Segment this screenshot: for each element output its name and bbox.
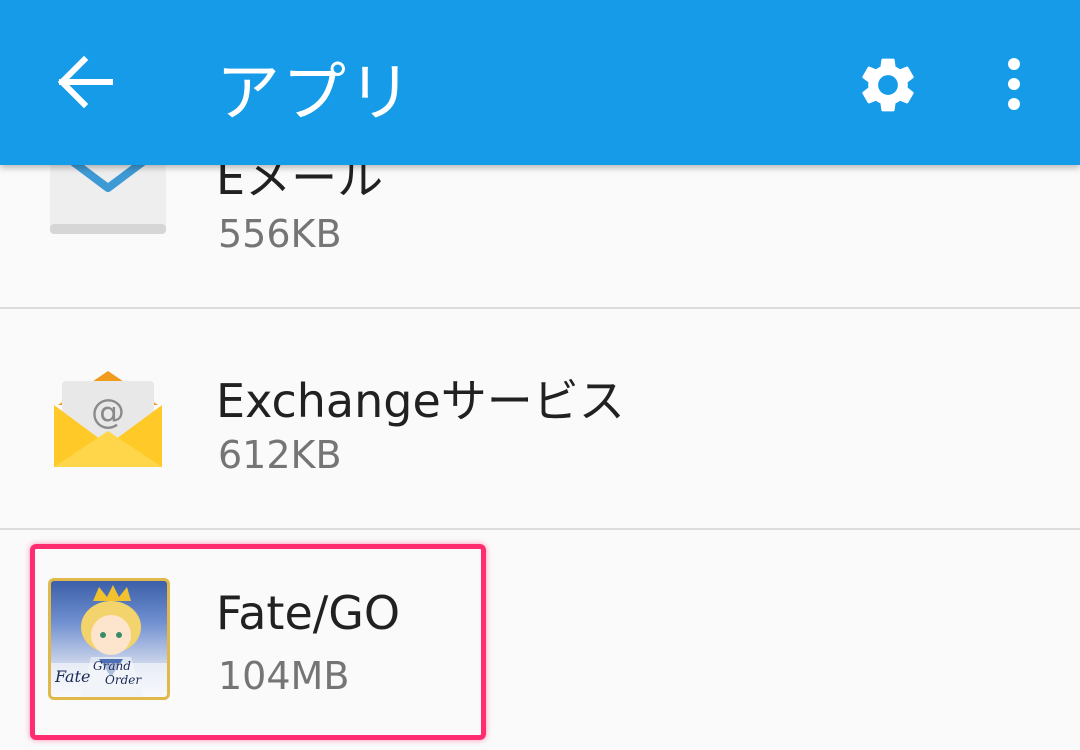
- exchange-mail-icon: @: [48, 365, 168, 485]
- more-vert-icon[interactable]: [996, 52, 1032, 118]
- app-bar: アプリ: [0, 0, 1080, 165]
- arrow-left-icon[interactable]: [56, 52, 116, 112]
- gear-icon[interactable]: [855, 52, 921, 118]
- svg-text:@: @: [91, 392, 125, 432]
- app-list-item-exchange[interactable]: @ Exchangeサービス 612KB: [0, 309, 1080, 529]
- app-size: 612KB: [218, 433, 342, 477]
- app-name: Exchangeサービス: [216, 374, 625, 428]
- page-title: アプリ: [216, 57, 414, 131]
- app-size: 556KB: [218, 212, 342, 256]
- highlight-box: [30, 544, 486, 740]
